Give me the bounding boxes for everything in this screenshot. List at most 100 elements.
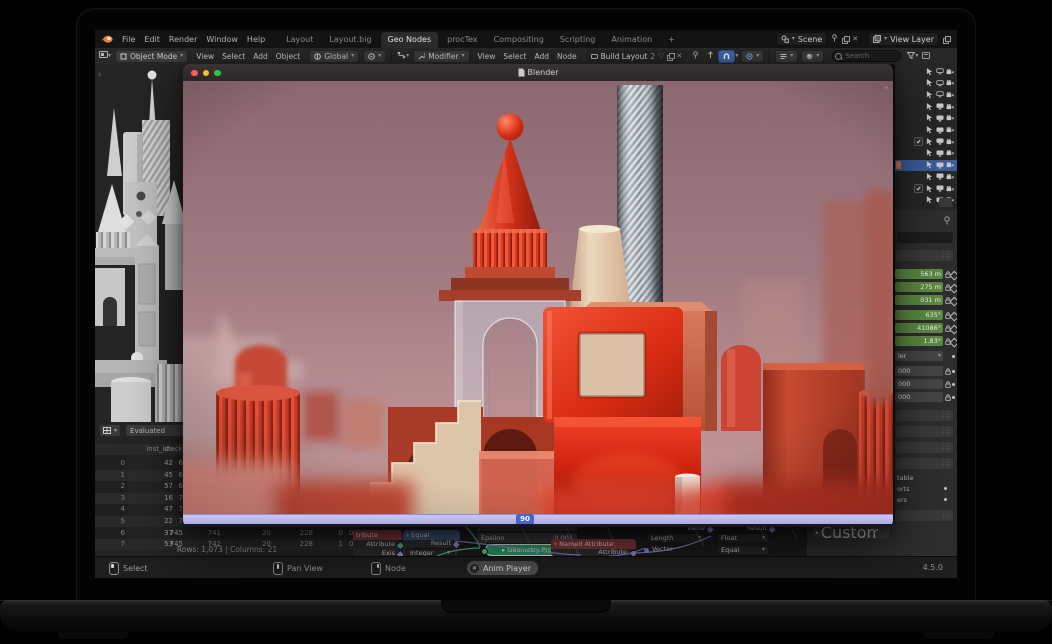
outliner-row[interactable] [895,101,957,112]
render-visibility-icon[interactable] [946,104,954,110]
outliner-row[interactable] [895,183,957,194]
pivot-dropdown[interactable]: ▾ [363,50,386,63]
collapsed-panel-header[interactable]: ::: [895,510,953,521]
collapsed-panel-header[interactable]: ::: [895,458,953,469]
blender-logo-icon[interactable] [101,34,113,46]
outliner-search[interactable] [832,50,901,62]
node-menu-add[interactable]: Add [534,52,549,61]
workspace-tab-proctex[interactable]: procTex [440,32,485,48]
location-field[interactable]: 275 m [895,282,943,292]
outliner-scroll-chevron[interactable]: ▾ [939,198,952,207]
selectability-toggle-icon[interactable] [926,68,933,76]
rotation-field[interactable]: 1.83° [895,336,943,346]
viewport-visibility-icon[interactable] [936,185,944,192]
panel-grip-icon[interactable]: ::: [942,512,950,519]
render-visibility-icon[interactable] [946,92,954,98]
keyframe-diamond-icon[interactable] [950,283,957,292]
workspace-tab-layout-big[interactable]: Layout.big [322,32,378,48]
rotation-mode-dropdown[interactable]: ler▾ [895,351,943,361]
outliner-row[interactable] [895,66,957,77]
close-window-button[interactable] [191,70,198,77]
zoom-window-button[interactable] [214,70,221,77]
outliner-row[interactable] [895,125,957,136]
workspace-tab-animation[interactable]: Animation [604,32,659,48]
menu-render[interactable]: Render [169,35,197,44]
viewport-menu-view[interactable]: View [196,52,214,61]
viewport-menu-object[interactable]: Object [276,52,300,61]
chevron-down-icon[interactable]: ▾ [735,53,738,59]
viewport-visibility-icon[interactable] [936,103,944,110]
workspace-tab--[interactable]: + [661,32,682,48]
rotation-field[interactable]: 41086° [895,323,943,333]
render-visibility-icon[interactable] [946,139,954,145]
parent-transform-icon[interactable] [707,51,714,61]
viewport-visibility-icon[interactable] [936,80,944,87]
viewport-3d[interactable]: › [95,64,191,422]
orientation-dropdown[interactable]: Global ▾ [309,50,359,63]
custom-properties-panel[interactable]: ▸ Custom Properties ::: [813,527,889,538]
workspace-tab-compositing[interactable]: Compositing [487,32,551,48]
proportional-edit-toggle[interactable]: ▾ [741,50,764,63]
node-group-name[interactable]: Build Layout 2 ♡ ✕ [586,50,688,63]
toolbar-expand-icon[interactable]: › [98,70,101,79]
chevron-down-icon[interactable]: ▾ [915,53,918,59]
render-visibility-icon[interactable] [946,69,954,75]
render-visibility-icon[interactable] [946,186,954,192]
view-layer-selector[interactable]: ▾ View Layer [868,32,939,46]
keyframe-diamond-icon[interactable] [950,324,957,333]
visibility-checkbox[interactable] [914,137,923,146]
animate-dot-icon[interactable] [952,396,955,399]
animate-dot-icon[interactable] [952,355,955,358]
lock-icon[interactable] [945,394,951,401]
scene-name[interactable]: Scene [798,35,822,44]
viewport-menu-select[interactable]: Select [222,52,245,61]
selectability-toggle-icon[interactable] [926,114,933,122]
viewport-visibility-icon[interactable] [936,138,944,145]
outliner-row-selected[interactable] [895,160,957,171]
filter-settings-icon[interactable] [922,52,930,61]
panel-grip-icon[interactable]: ::: [942,252,950,259]
collapsed-panel-header[interactable]: ::: [895,426,953,437]
menu-file[interactable]: File [122,35,135,44]
outliner-row[interactable] [895,78,957,89]
window-titlebar[interactable]: Blender [183,64,893,82]
keyframe-diamond-icon[interactable] [950,337,957,346]
selectability-toggle-icon[interactable] [926,173,933,181]
animate-dot-icon[interactable] [944,487,947,490]
snap-toggle[interactable] [718,50,735,63]
panel-grip-icon[interactable]: ::: [942,412,950,419]
render-visibility-icon[interactable] [946,150,954,156]
scale-field[interactable]: 000 [895,392,943,402]
pin-icon[interactable] [831,34,838,44]
scale-field[interactable]: 000 [895,366,943,376]
location-field[interactable]: 563 m [895,269,943,279]
data-path-field[interactable] [897,232,953,243]
filter-funnel-icon[interactable] [907,52,915,61]
outliner-row[interactable] [895,171,957,182]
render-visibility-icon[interactable] [946,115,954,121]
rotation-field[interactable]: 635° [895,310,943,320]
view-options-chevron-icon[interactable]: ▾ [884,84,888,92]
menu-window[interactable]: Window [206,35,238,44]
fake-user-heart-icon[interactable]: ♡ [658,53,664,60]
outliner-row[interactable] [895,113,957,124]
display-mode-dropdown[interactable]: ▾ [775,50,798,63]
workspace-tab-scripting[interactable]: Scripting [553,32,603,48]
selectability-toggle-icon[interactable] [926,196,933,204]
selectability-toggle-icon[interactable] [926,103,933,111]
workspace-tab-geo-nodes[interactable]: Geo Nodes [381,32,439,48]
stop-icon[interactable]: ✕ [470,564,479,573]
viewport-visibility-icon[interactable] [936,162,944,169]
copy-icon[interactable] [842,36,848,43]
render-visibility-icon[interactable] [946,174,954,180]
menu-edit[interactable]: Edit [144,35,160,44]
visibility-checkbox[interactable] [914,184,923,193]
collapsed-panel-header[interactable]: ::: [895,442,953,453]
menu-help[interactable]: Help [247,35,265,44]
panel-grip-icon[interactable]: ::: [942,428,950,435]
selectability-toggle-icon[interactable] [926,149,933,157]
spreadsheet-row[interactable]: 6377457412022800. [95,528,359,539]
render-visibility-icon[interactable] [946,127,954,133]
panel-grip-icon[interactable]: ::: [878,529,886,536]
render-visibility-icon[interactable] [946,80,954,86]
